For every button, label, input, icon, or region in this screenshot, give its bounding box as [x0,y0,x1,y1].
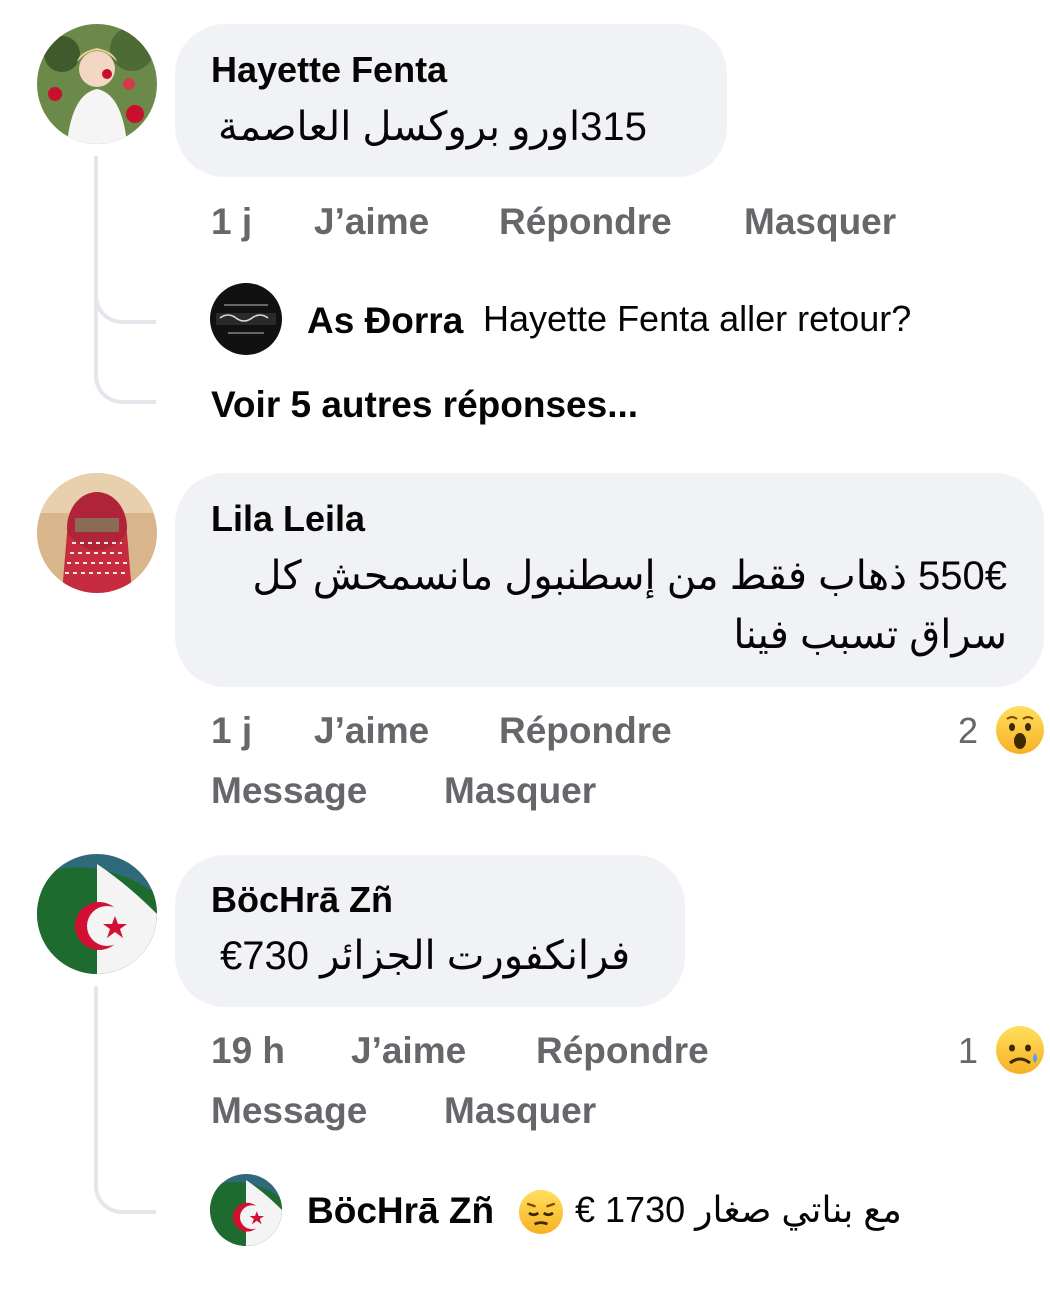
reaction-count[interactable]: 2 [958,710,978,752]
comment-author[interactable]: Hayette Fenta [211,48,447,92]
reply-button[interactable]: Répondre [536,1030,709,1072]
reply-text: مع بناتي صغار 1730 € [575,1189,902,1230]
like-button[interactable]: J’aime [314,710,429,752]
thread-connector [94,1150,156,1214]
hide-button[interactable]: Masquer [444,1090,596,1132]
avatar-bochra-reply[interactable] [210,1174,282,1246]
reply-button[interactable]: Répondre [499,201,672,243]
message-button[interactable]: Message [211,770,367,812]
comment-text: فرانكفورت الجزائر 730€ [220,934,631,978]
sad-emoji-icon[interactable] [995,1025,1045,1075]
pensive-emoji-icon [518,1189,564,1235]
reply-author[interactable]: BöcHrā Zñ [307,1189,494,1233]
avatar-bochra[interactable] [37,854,157,974]
comment-time[interactable]: 1 j [211,201,252,243]
avatar-as-dorra[interactable] [210,283,282,355]
hide-button[interactable]: Masquer [444,770,596,812]
comment-author[interactable]: Lila Leila [211,497,365,541]
reply-author[interactable]: As Đorra [307,299,463,343]
like-button[interactable]: J’aime [314,201,429,243]
thread-connector [94,310,156,404]
message-button[interactable]: Message [211,1090,367,1132]
view-more-replies-link[interactable]: Voir 5 autres réponses... [211,383,638,427]
thread-line [94,986,98,1156]
reply-button[interactable]: Répondre [499,710,672,752]
wow-emoji-icon[interactable] [995,705,1045,755]
reply-text: Hayette Fenta aller retour? [483,298,912,339]
comment-time[interactable]: 19 h [211,1030,285,1072]
comment-text-line2: سراق تسبب فينا [733,613,1007,657]
comment-text: 315اورو بروكسل العاصمة [218,105,647,149]
like-button[interactable]: J’aime [351,1030,466,1072]
comment-author[interactable]: BöcHrā Zñ [211,878,393,922]
comment-time[interactable]: 1 j [211,710,252,752]
comment-bubble[interactable] [175,24,727,177]
reaction-count[interactable]: 1 [958,1030,978,1072]
avatar-hayette[interactable] [37,24,157,144]
comment-text-line1: 550€ ذهاب فقط من إسطنبول مانسمحش كل [252,554,1007,598]
hide-button[interactable]: Masquer [744,201,896,243]
avatar-lila[interactable] [37,473,157,593]
